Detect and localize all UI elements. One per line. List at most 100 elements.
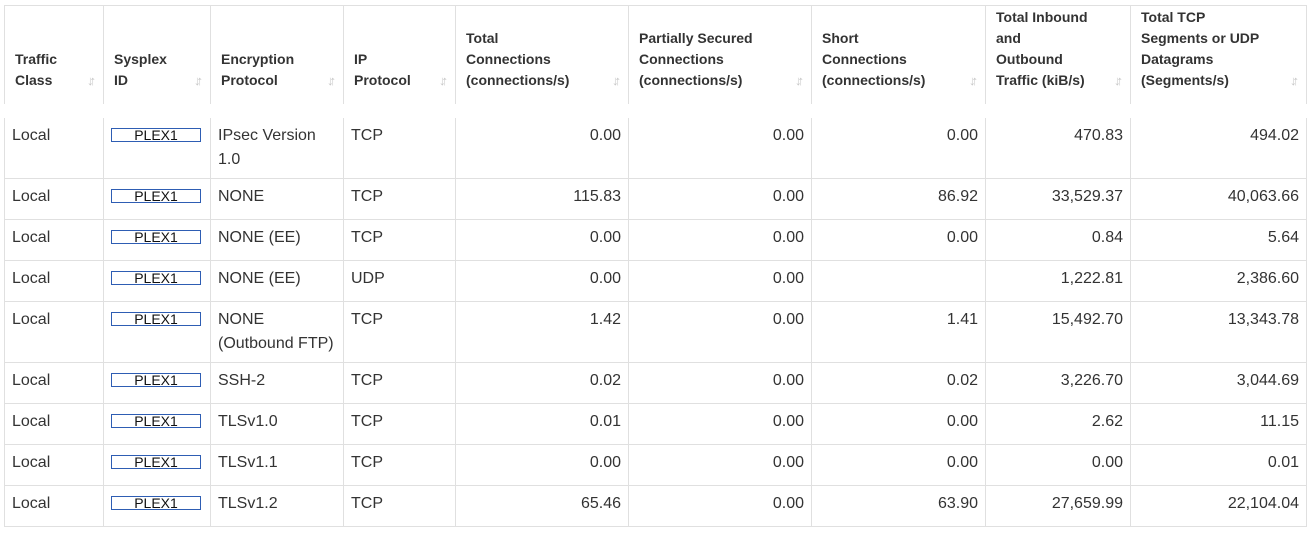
short-connections-cell: 86.92: [811, 177, 986, 220]
connections-table: Traffic Class ↓↑ Sysplex ID ↓↑ Encryption Proto…: [4, 5, 1307, 527]
total-segments-cell: 5.64: [1130, 218, 1307, 261]
table-row: Local PLEX1 SSH-2 TCP 0.02 0.00 0.02 3,226.70 3,…: [4, 361, 1307, 404]
sysplex-id-text: PLEX1: [134, 228, 178, 245]
header-label-line: IP: [354, 50, 368, 67]
sysplex-id-box: PLEX1: [111, 126, 201, 143]
encryption-protocol-cell: IPsec Version 1.0: [210, 110, 344, 179]
sysplex-id-box: PLEX1: [111, 494, 201, 511]
sysplex-id-text: PLEX1: [134, 412, 178, 429]
partially-secured-cell: 0.00: [628, 361, 812, 404]
encryption-protocol-cell: NONE (EE): [210, 259, 344, 302]
short-connections-cell: 63.90: [811, 484, 986, 527]
sort-arrows-icon[interactable]: ↓↑: [795, 70, 804, 91]
header-row: Traffic Class ↓↑ Sysplex ID ↓↑ Encryption Proto…: [4, 5, 1307, 111]
traffic-class-cell: Local: [4, 110, 104, 179]
sysplex-id-cell: PLEX1: [103, 443, 211, 486]
column-header-label: Total Connections (connections/s): [466, 28, 618, 91]
header-label-line: Segments or UDP: [1141, 29, 1260, 46]
sort-arrows-icon[interactable]: ↓↑: [969, 70, 978, 91]
short-connections-cell: 0.02: [811, 361, 986, 404]
column-header-label: Total TCP Segments or UDP Datagrams (Segmen…: [1141, 7, 1296, 91]
encryption-protocol-cell: SSH-2: [210, 361, 344, 404]
total-segments-cell: 11.15: [1130, 402, 1307, 445]
header-label-line: Encryption: [221, 50, 295, 67]
partially-secured-cell: 0.00: [628, 110, 812, 179]
sort-arrows-icon[interactable]: ↓↑: [194, 70, 203, 91]
traffic-class-cell: Local: [4, 177, 104, 220]
column-header-traffic-class[interactable]: Traffic Class ↓↑: [4, 5, 104, 111]
total-connections-cell: 1.42: [455, 300, 629, 363]
short-connections-cell: 1.41: [811, 300, 986, 363]
column-header-label: IP Protocol: [354, 49, 445, 91]
sysplex-id-box: PLEX1: [111, 412, 201, 429]
sort-arrows-icon[interactable]: ↓↑: [87, 70, 96, 91]
encryption-protocol-cell: TLSv1.1: [210, 443, 344, 486]
total-traffic-cell: 470.83: [985, 110, 1131, 179]
ip-protocol-cell: TCP: [343, 484, 456, 527]
table-row: Local PLEX1 TLSv1.1 TCP 0.00 0.00 0.00 0.00 0.01: [4, 443, 1307, 486]
traffic-class-cell: Local: [4, 484, 104, 527]
partially-secured-cell: 0.00: [628, 402, 812, 445]
header-label-line: Total: [466, 29, 499, 46]
column-header-partially-secured-connections[interactable]: Partially Secured Connections (connections…: [628, 5, 812, 111]
ip-protocol-cell: TCP: [343, 300, 456, 363]
table-body: Local PLEX1 IPsec Version 1.0 TCP 0.00 0.00 0.…: [4, 110, 1307, 527]
total-segments-cell: 22,104.04: [1130, 484, 1307, 527]
sysplex-id-box: PLEX1: [111, 228, 201, 245]
header-label-line: Outbound: [996, 50, 1063, 67]
sysplex-id-cell: PLEX1: [103, 218, 211, 261]
header-label-line: Short: [822, 29, 859, 46]
total-segments-cell: 0.01: [1130, 443, 1307, 486]
header-label-line: Class: [15, 71, 53, 88]
encryption-protocol-cell: NONE (EE): [210, 218, 344, 261]
sort-arrows-icon[interactable]: ↓↑: [439, 70, 448, 91]
partially-secured-cell: 0.00: [628, 177, 812, 220]
sysplex-id-text: PLEX1: [134, 126, 178, 143]
header-label-line: (connections/s): [822, 71, 926, 88]
short-connections-cell: 0.00: [811, 402, 986, 445]
traffic-class-cell: Local: [4, 300, 104, 363]
header-label-line: and: [996, 29, 1021, 46]
header-label-line: Total Inbound: [996, 8, 1088, 25]
total-connections-cell: 0.02: [455, 361, 629, 404]
sysplex-id-box: PLEX1: [111, 188, 201, 204]
sysplex-id-cell: PLEX1: [103, 110, 211, 179]
sysplex-id-cell: PLEX1: [103, 484, 211, 527]
column-header-label: Total Inbound and Outbound Traffic (kiB/s): [996, 7, 1120, 91]
table-row: Local PLEX1 NONE (Outbound FTP) TCP 1.42 0.00…: [4, 300, 1307, 363]
sort-arrows-icon[interactable]: ↓↑: [612, 70, 621, 91]
sysplex-id-box: PLEX1: [111, 270, 201, 286]
sort-arrows-icon[interactable]: ↓↑: [327, 70, 336, 91]
total-segments-cell: 13,343.78: [1130, 300, 1307, 363]
sysplex-id-cell: PLEX1: [103, 177, 211, 220]
sysplex-id-box: PLEX1: [111, 311, 201, 327]
header-label-line: (Segments/s): [1141, 71, 1229, 88]
sort-arrows-icon[interactable]: ↓↑: [1290, 70, 1299, 91]
column-header-total-connections[interactable]: Total Connections (connections/s) ↓↑: [455, 5, 629, 111]
ip-protocol-cell: TCP: [343, 177, 456, 220]
column-header-label: Sysplex ID: [114, 49, 200, 91]
total-traffic-cell: 1,222.81: [985, 259, 1131, 302]
column-header-short-connections[interactable]: Short Connections (connections/s) ↓↑: [811, 5, 986, 111]
column-header-sysplex-id[interactable]: Sysplex ID ↓↑: [103, 5, 211, 111]
column-header-ip-protocol[interactable]: IP Protocol ↓↑: [343, 5, 456, 111]
total-connections-cell: 0.00: [455, 259, 629, 302]
traffic-class-cell: Local: [4, 218, 104, 261]
header-label-line: Connections: [822, 50, 907, 67]
column-header-total-segments[interactable]: Total TCP Segments or UDP Datagrams (Segmen…: [1130, 5, 1307, 111]
header-label-line: Traffic: [15, 50, 58, 67]
table-row: Local PLEX1 NONE TCP 115.83 0.00 86.92 33,529.3…: [4, 177, 1307, 220]
header-label-line: ID: [114, 71, 128, 88]
table-row: Local PLEX1 NONE (EE) TCP 0.00 0.00 0.00 0.84 5.…: [4, 218, 1307, 261]
encryption-protocol-cell: NONE (Outbound FTP): [210, 300, 344, 363]
header-label-line: Sysplex: [114, 50, 167, 67]
column-header-total-traffic[interactable]: Total Inbound and Outbound Traffic (kiB/s) ↓…: [985, 5, 1131, 111]
sysplex-id-text: PLEX1: [134, 494, 178, 511]
ip-protocol-cell: TCP: [343, 361, 456, 404]
partially-secured-cell: 0.00: [628, 300, 812, 363]
sysplex-id-text: PLEX1: [134, 371, 178, 388]
sysplex-id-cell: PLEX1: [103, 300, 211, 363]
column-header-encryption-protocol[interactable]: Encryption Protocol ↓↑: [210, 5, 344, 111]
short-connections-cell: [811, 259, 986, 302]
sort-arrows-icon[interactable]: ↓↑: [1114, 70, 1123, 91]
